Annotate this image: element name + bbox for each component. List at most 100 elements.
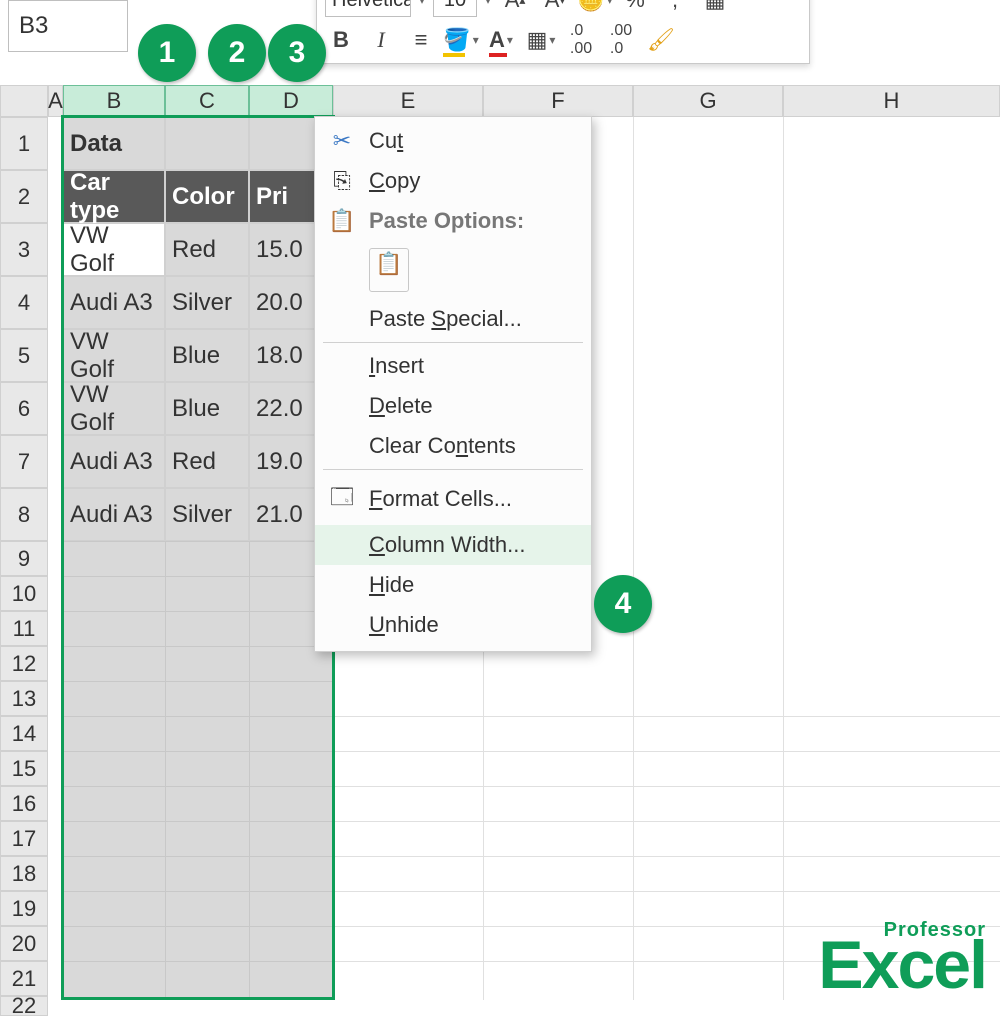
row-header-16[interactable]: 16 bbox=[0, 786, 48, 821]
cell-B1[interactable]: Data bbox=[63, 117, 165, 170]
gridline bbox=[63, 646, 333, 647]
select-all-corner[interactable] bbox=[0, 85, 48, 117]
row-header-21[interactable]: 21 bbox=[0, 961, 48, 996]
cell-C8[interactable]: Silver bbox=[165, 488, 249, 541]
col-header-B[interactable]: B bbox=[63, 85, 165, 117]
ctx-unhide[interactable]: Unhide bbox=[315, 605, 591, 645]
gridline bbox=[333, 716, 1000, 717]
ctx-delete[interactable]: Delete bbox=[315, 386, 591, 426]
gridline bbox=[333, 856, 1000, 857]
row-header-19[interactable]: 19 bbox=[0, 891, 48, 926]
row-header-7[interactable]: 7 bbox=[0, 435, 48, 488]
increase-decimal-icon[interactable]: .0.00 bbox=[565, 24, 597, 56]
gridline bbox=[249, 541, 250, 1000]
cell-B2[interactable]: Car type bbox=[63, 170, 165, 223]
font-color-icon[interactable]: A▾ bbox=[485, 24, 517, 56]
cell-B3[interactable]: VW Golf bbox=[63, 223, 165, 276]
align-icon[interactable]: ≡ bbox=[405, 24, 437, 56]
row-header-6[interactable]: 6 bbox=[0, 382, 48, 435]
cell-B4[interactable]: Audi A3 bbox=[63, 276, 165, 329]
row-header-13[interactable]: 13 bbox=[0, 681, 48, 716]
gridline bbox=[63, 786, 333, 787]
cell-C7[interactable]: Red bbox=[165, 435, 249, 488]
ctx-copy[interactable]: ⎘ Copy bbox=[315, 161, 591, 201]
decrease-font-icon[interactable]: A▾ bbox=[539, 0, 571, 16]
row-header-22[interactable]: 22 bbox=[0, 996, 48, 1016]
gridline bbox=[63, 611, 333, 612]
cell-C3[interactable]: Red bbox=[165, 223, 249, 276]
cell-C1[interactable] bbox=[165, 117, 249, 170]
callout-badge-3: 3 bbox=[268, 24, 326, 82]
name-box-value: B3 bbox=[19, 12, 48, 40]
cell-C6[interactable]: Blue bbox=[165, 382, 249, 435]
mini-toolbar: Helvetica ▾ 10 ▾ A▴ A▾ 🪙▾ % , ▦ B I ≡ 🪣▾… bbox=[316, 0, 810, 64]
ctx-label: Hide bbox=[369, 572, 414, 598]
bold-icon[interactable]: B bbox=[325, 24, 357, 56]
table-format-icon[interactable]: ▦ bbox=[699, 0, 731, 16]
ctx-insert[interactable]: Insert bbox=[315, 346, 591, 386]
row-header-14[interactable]: 14 bbox=[0, 716, 48, 751]
font-name-box[interactable]: Helvetica bbox=[325, 0, 411, 17]
row-header-3[interactable]: 3 bbox=[0, 223, 48, 276]
row-header-10[interactable]: 10 bbox=[0, 576, 48, 611]
ctx-column-width[interactable]: Column Width... bbox=[315, 525, 591, 565]
ctx-label: Paste Options: bbox=[369, 208, 524, 234]
row-header-5[interactable]: 5 bbox=[0, 329, 48, 382]
cell-B8[interactable]: Audi A3 bbox=[63, 488, 165, 541]
row-header-20[interactable]: 20 bbox=[0, 926, 48, 961]
callout-badge-1: 1 bbox=[138, 24, 196, 82]
cell-B7[interactable]: Audi A3 bbox=[63, 435, 165, 488]
row-header-1[interactable]: 1 bbox=[0, 117, 48, 170]
ctx-paste-special[interactable]: Paste Special... bbox=[315, 299, 591, 339]
ctx-label: Paste Special... bbox=[369, 306, 522, 332]
row-header-9[interactable]: 9 bbox=[0, 541, 48, 576]
watermark-line2: Excel bbox=[818, 927, 986, 1003]
gridline bbox=[63, 926, 333, 927]
toolbar-row-1: Helvetica ▾ 10 ▾ A▴ A▾ 🪙▾ % , ▦ bbox=[317, 0, 809, 21]
ctx-hide[interactable]: Hide bbox=[315, 565, 591, 605]
cell-C4[interactable]: Silver bbox=[165, 276, 249, 329]
comma-icon[interactable]: , bbox=[659, 0, 691, 16]
ctx-label: Unhide bbox=[369, 612, 439, 638]
borders-icon[interactable]: ▦▾ bbox=[525, 24, 557, 56]
cell-B5[interactable]: VW Golf bbox=[63, 329, 165, 382]
row-header-12[interactable]: 12 bbox=[0, 646, 48, 681]
row-header-8[interactable]: 8 bbox=[0, 488, 48, 541]
font-size-box[interactable]: 10 bbox=[433, 0, 477, 17]
row-header-4[interactable]: 4 bbox=[0, 276, 48, 329]
gridline bbox=[63, 856, 333, 857]
ctx-format-cells[interactable]: 🗔 Format Cells... bbox=[315, 473, 591, 525]
ctx-clear-contents[interactable]: Clear Contents bbox=[315, 426, 591, 466]
row-header-2[interactable]: 2 bbox=[0, 170, 48, 223]
fill-color-icon[interactable]: 🪣▾ bbox=[445, 24, 477, 56]
ctx-cut[interactable]: ✂ Cut bbox=[315, 121, 591, 161]
format-painter-icon[interactable]: 🖌 bbox=[645, 24, 677, 56]
gridline bbox=[63, 751, 333, 752]
col-header-D[interactable]: D bbox=[249, 85, 333, 117]
dropdown-icon[interactable]: ▾ bbox=[485, 0, 491, 7]
row-header-18[interactable]: 18 bbox=[0, 856, 48, 891]
gridline bbox=[333, 821, 1000, 822]
name-box[interactable]: B3 bbox=[8, 0, 128, 52]
gridline bbox=[165, 541, 166, 1000]
row-header-15[interactable]: 15 bbox=[0, 751, 48, 786]
cell-B6[interactable]: VW Golf bbox=[63, 382, 165, 435]
increase-font-icon[interactable]: A▴ bbox=[499, 0, 531, 16]
decrease-decimal-icon[interactable]: .00.0 bbox=[605, 24, 637, 56]
col-header-E[interactable]: E bbox=[333, 85, 483, 117]
cell-C2[interactable]: Color bbox=[165, 170, 249, 223]
cell-C5[interactable]: Blue bbox=[165, 329, 249, 382]
col-header-H[interactable]: H bbox=[783, 85, 1000, 117]
accounting-format-icon[interactable]: 🪙▾ bbox=[579, 0, 611, 16]
row-header-17[interactable]: 17 bbox=[0, 821, 48, 856]
row-header-11[interactable]: 11 bbox=[0, 611, 48, 646]
col-header-G[interactable]: G bbox=[633, 85, 783, 117]
gridline bbox=[333, 786, 1000, 787]
col-header-C[interactable]: C bbox=[165, 85, 249, 117]
col-header-A[interactable]: A bbox=[48, 85, 63, 117]
italic-icon[interactable]: I bbox=[365, 24, 397, 56]
percent-icon[interactable]: % bbox=[619, 0, 651, 16]
dropdown-icon[interactable]: ▾ bbox=[419, 0, 425, 7]
ctx-paste-default[interactable]: 📋 bbox=[315, 241, 591, 299]
col-header-F[interactable]: F bbox=[483, 85, 633, 117]
